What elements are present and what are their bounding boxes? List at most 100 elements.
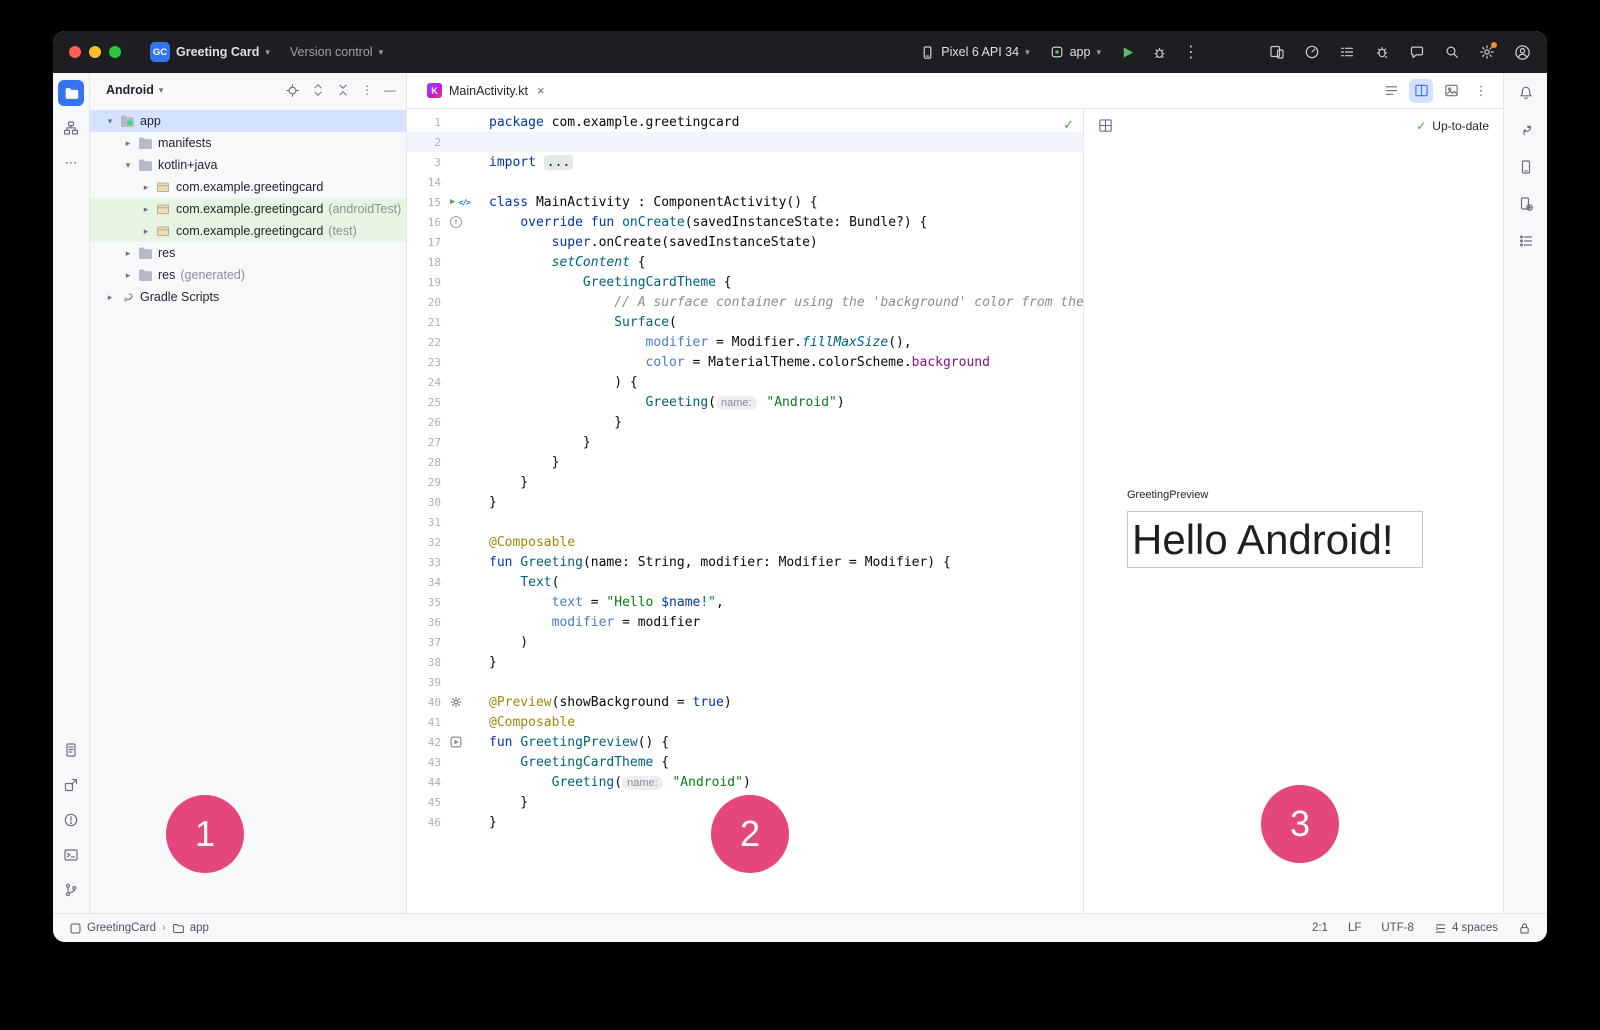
- locate-file-icon[interactable]: [285, 83, 300, 98]
- line-number[interactable]: 32: [407, 536, 441, 549]
- code-line[interactable]: 14: [407, 172, 1083, 192]
- code-view-icon[interactable]: [1379, 79, 1403, 103]
- line-number[interactable]: 15: [407, 196, 441, 209]
- code-line[interactable]: 18 setContent {: [407, 252, 1083, 272]
- line-number[interactable]: 18: [407, 256, 441, 269]
- code-line[interactable]: 19 GreetingCardTheme {: [407, 272, 1083, 292]
- gemini-assistant-button[interactable]: [1404, 39, 1430, 65]
- code-line[interactable]: 27 }: [407, 432, 1083, 452]
- code-line[interactable]: 34 Text(: [407, 572, 1083, 592]
- chevron-right-icon[interactable]: ▸: [138, 182, 154, 193]
- indent-style[interactable]: 4 spaces: [1434, 922, 1498, 935]
- line-number[interactable]: 39: [407, 676, 441, 689]
- design-view-icon[interactable]: [1439, 79, 1463, 103]
- code-line[interactable]: 2: [407, 132, 1083, 152]
- line-number[interactable]: 3: [407, 156, 441, 169]
- line-number[interactable]: 16: [407, 216, 441, 229]
- caret-position[interactable]: 2:1: [1312, 922, 1328, 934]
- code-line[interactable]: 3import ...: [407, 152, 1083, 172]
- version-control-tool-button[interactable]: [58, 877, 84, 903]
- preview-status[interactable]: ✓ Up-to-date: [1416, 119, 1489, 133]
- chevron-down-icon[interactable]: ▾: [102, 116, 118, 127]
- code-line[interactable]: 26 }: [407, 412, 1083, 432]
- line-number[interactable]: 45: [407, 796, 441, 809]
- code-line[interactable]: 39: [407, 672, 1083, 692]
- structure-tool-button[interactable]: [1513, 228, 1539, 254]
- line-number[interactable]: 36: [407, 616, 441, 629]
- code-line[interactable]: 24 ) {: [407, 372, 1083, 392]
- more-tool-windows-button[interactable]: ⋯: [58, 150, 84, 176]
- project-widget[interactable]: GC Greeting Card ▾: [143, 38, 277, 66]
- line-number[interactable]: 23: [407, 356, 441, 369]
- gutter-preview-settings-icon[interactable]: [450, 696, 462, 708]
- code-line[interactable]: 1package com.example.greetingcard: [407, 112, 1083, 132]
- gutter-run-preview-icon[interactable]: [450, 736, 462, 748]
- gutter-override-icon[interactable]: ↑: [450, 216, 462, 228]
- gutter-compose-icon[interactable]: </>: [458, 198, 469, 207]
- chevron-right-icon[interactable]: ▸: [120, 138, 136, 149]
- todo-list-button[interactable]: [1334, 39, 1360, 65]
- code-line[interactable]: 23 color = MaterialTheme.colorScheme.bac…: [407, 352, 1083, 372]
- line-separator[interactable]: LF: [1348, 922, 1361, 934]
- line-number[interactable]: 20: [407, 296, 441, 309]
- tree-row[interactable]: ▸Gradle Scripts: [90, 286, 406, 308]
- commit-tool-button[interactable]: [58, 115, 84, 141]
- project-tool-button[interactable]: [58, 80, 84, 106]
- line-number[interactable]: 33: [407, 556, 441, 569]
- search-everywhere-button[interactable]: [1439, 39, 1465, 65]
- line-number[interactable]: 38: [407, 656, 441, 669]
- running-devices-button[interactable]: [1513, 154, 1539, 180]
- tree-row[interactable]: ▸com.example.greetingcard: [90, 176, 406, 198]
- line-number[interactable]: 27: [407, 436, 441, 449]
- fullscreen-window-button[interactable]: [109, 46, 121, 58]
- line-number[interactable]: 21: [407, 316, 441, 329]
- code-line[interactable]: 29 }: [407, 472, 1083, 492]
- build-tool-button[interactable]: [58, 772, 84, 798]
- logcat-tool-button[interactable]: [58, 737, 84, 763]
- code-line[interactable]: 16↑ override fun onCreate(savedInstanceS…: [407, 212, 1083, 232]
- line-number[interactable]: 46: [407, 816, 441, 829]
- code-line[interactable]: 31: [407, 512, 1083, 532]
- line-number[interactable]: 43: [407, 756, 441, 769]
- chevron-right-icon[interactable]: ▸: [120, 248, 136, 259]
- run-config-selector[interactable]: app ▾: [1043, 41, 1108, 63]
- settings-button[interactable]: [1474, 39, 1500, 65]
- close-tab-icon[interactable]: ×: [537, 83, 545, 98]
- code-line[interactable]: 45 }: [407, 792, 1083, 812]
- device-selector[interactable]: Pixel 6 API 34 ▾: [913, 41, 1036, 64]
- editor-more-icon[interactable]: ⋮: [1469, 79, 1493, 103]
- debug-button[interactable]: [1146, 39, 1172, 65]
- line-number[interactable]: 28: [407, 456, 441, 469]
- code-line[interactable]: 35 text = "Hello $name!",: [407, 592, 1083, 612]
- device-manager-button[interactable]: [1513, 191, 1539, 217]
- tree-row[interactable]: ▸manifests: [90, 132, 406, 154]
- code-line[interactable]: 46}: [407, 812, 1083, 832]
- code-line[interactable]: 28 }: [407, 452, 1083, 472]
- gutter-run-icon[interactable]: ▶: [450, 197, 455, 207]
- code-line[interactable]: 42fun GreetingPreview() {: [407, 732, 1083, 752]
- line-number[interactable]: 29: [407, 476, 441, 489]
- code-line[interactable]: 21 Surface(: [407, 312, 1083, 332]
- close-window-button[interactable]: [69, 46, 81, 58]
- version-control-widget[interactable]: Version control ▾: [283, 41, 390, 63]
- terminal-tool-button[interactable]: [58, 842, 84, 868]
- line-number[interactable]: 1: [407, 116, 441, 129]
- expand-all-icon[interactable]: [311, 83, 325, 97]
- code-line[interactable]: 15▶</>class MainActivity : ComponentActi…: [407, 192, 1083, 212]
- tree-row[interactable]: ▸res(generated): [90, 264, 406, 286]
- collapse-all-icon[interactable]: [336, 83, 350, 97]
- chevron-down-icon[interactable]: ▾: [120, 160, 136, 171]
- gradle-tool-button[interactable]: [1513, 117, 1539, 143]
- code-line[interactable]: 30}: [407, 492, 1083, 512]
- line-number[interactable]: 44: [407, 776, 441, 789]
- tree-row[interactable]: ▸com.example.greetingcard(androidTest): [90, 198, 406, 220]
- line-number[interactable]: 17: [407, 236, 441, 249]
- more-actions-button[interactable]: ⋮: [1178, 39, 1204, 65]
- line-number[interactable]: 37: [407, 636, 441, 649]
- code-line[interactable]: 22 modifier = Modifier.fillMaxSize(),: [407, 332, 1083, 352]
- line-number[interactable]: 34: [407, 576, 441, 589]
- split-view-icon[interactable]: [1409, 79, 1433, 103]
- hide-panel-icon[interactable]: —: [384, 83, 396, 97]
- code-line[interactable]: 37 ): [407, 632, 1083, 652]
- tree-row[interactable]: ▾kotlin+java: [90, 154, 406, 176]
